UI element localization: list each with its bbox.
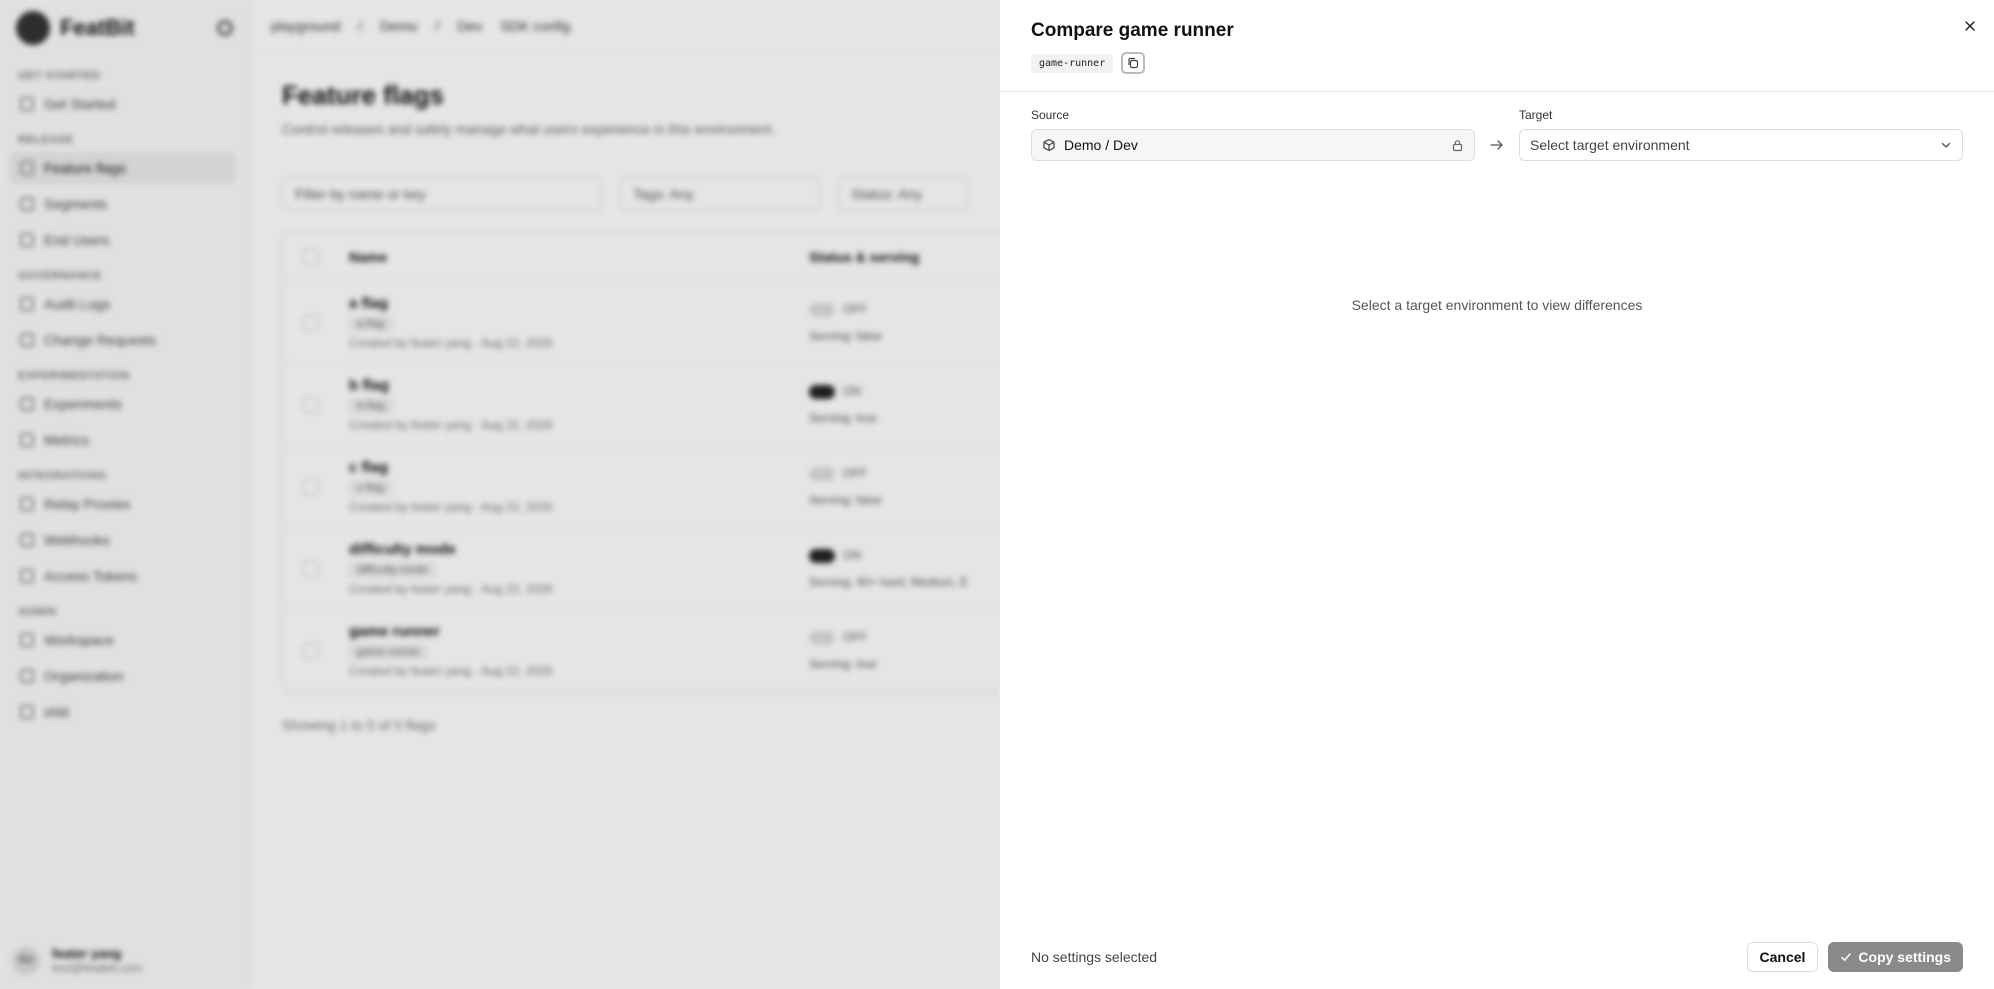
empty-state-message: Select a target environment to view diff… — [1351, 297, 1643, 313]
copy-icon — [1128, 57, 1139, 69]
target-environment-select[interactable]: Select target environment — [1519, 129, 1963, 161]
source-value: Demo / Dev — [1064, 137, 1138, 153]
lock-icon — [1452, 139, 1463, 151]
flag-key: game-runner — [1031, 53, 1114, 73]
environment-cube-icon — [1043, 138, 1055, 152]
footer-actions: Cancel Copy settings — [1746, 942, 1963, 972]
compare-drawer: Compare game runner game-runner Source D… — [999, 0, 1994, 989]
source-group: Source Demo / Dev — [1031, 108, 1475, 161]
drawer-header: Compare game runner game-runner — [1000, 0, 1994, 92]
compare-selectors: Source Demo / Dev Target Select target e… — [1000, 108, 1994, 161]
drawer-title: Compare game runner — [1031, 20, 1234, 41]
chevron-down-icon — [1941, 142, 1951, 148]
close-icon — [1965, 21, 1975, 31]
copy-key-button[interactable] — [1121, 52, 1146, 74]
check-icon — [1841, 953, 1852, 961]
source-label: Source — [1031, 108, 1070, 122]
drawer-footer: No settings selected Cancel Copy setting… — [1000, 925, 1994, 989]
flag-key-row: game-runner — [1031, 52, 1963, 74]
target-group: Target Select target environment — [1519, 108, 1963, 161]
arrow-right-icon — [1475, 129, 1519, 161]
copy-settings-button[interactable]: Copy settings — [1828, 942, 1963, 972]
cancel-button[interactable]: Cancel — [1746, 942, 1819, 972]
target-placeholder: Select target environment — [1530, 137, 1690, 153]
copy-settings-label: Copy settings — [1858, 949, 1951, 965]
target-label: Target — [1519, 108, 1553, 122]
source-field: Demo / Dev — [1031, 129, 1475, 161]
close-button[interactable] — [1958, 14, 1982, 38]
selection-status: No settings selected — [1031, 949, 1158, 965]
